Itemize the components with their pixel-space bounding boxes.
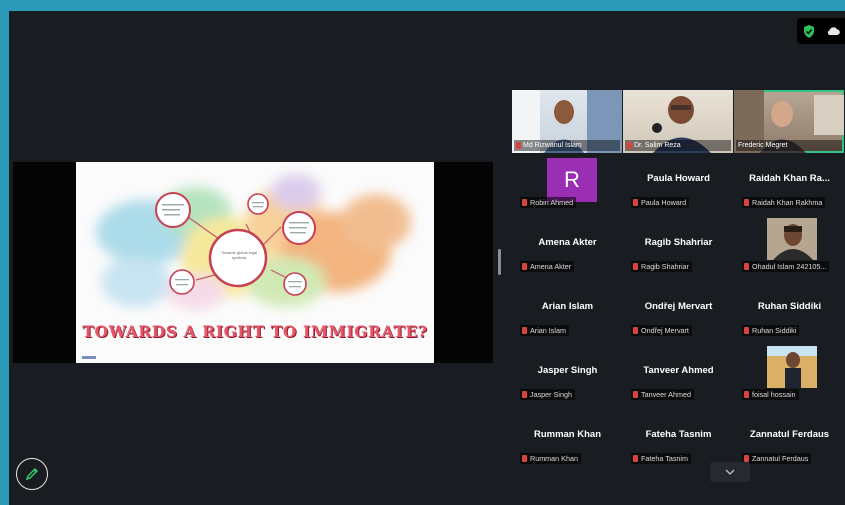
participant-photo	[767, 218, 817, 260]
mic-muted-icon	[522, 327, 527, 334]
participant-tile[interactable]: Jasper Singh Jasper Singh	[512, 347, 623, 411]
participant-tile[interactable]: Raidah Khan Ra... Raidah Khan Rakhma	[734, 155, 845, 219]
participant-display-name: Raidah Khan Ra...	[749, 173, 830, 184]
participant-display-name: Ruhan Siddiki	[757, 301, 822, 312]
slide-title: TOWARDS A RIGHT TO IMMIGRATE?	[82, 322, 428, 341]
participant-display-name: Rumman Khan	[533, 429, 602, 440]
participant-display-name: Paula Howard	[647, 173, 710, 184]
mic-muted-icon	[522, 263, 527, 270]
mic-muted-icon	[627, 142, 632, 149]
participant-display-name: Ondřej Mervart	[644, 301, 713, 312]
video-tile[interactable]: Md Rizwanul Islam	[512, 90, 622, 153]
mic-muted-icon	[633, 455, 638, 462]
participant-name-tag: Raidah Khan Rakhma	[742, 197, 826, 208]
annotate-button[interactable]	[16, 458, 48, 490]
participant-name-tag: foisal hossain	[742, 389, 799, 400]
chevron-down-icon	[725, 469, 735, 475]
shield-check-icon[interactable]	[803, 24, 815, 38]
participant-name-tag: Ondřej Mervart	[631, 325, 692, 336]
avatar: R	[547, 158, 597, 202]
mic-muted-icon	[744, 199, 749, 206]
mic-muted-icon	[633, 199, 638, 206]
participant-name-tag: Fateha Tasnim	[631, 453, 692, 464]
participant-name-tag: Amena Akter	[520, 261, 575, 272]
participant-row: Amena Akter Amena Akter Ragib Shahriar R…	[512, 218, 845, 283]
participant-name-tag: Ohadul Islam 242105...	[742, 261, 830, 272]
participant-tile[interactable]: Ohadul Islam 242105...	[734, 218, 845, 283]
participant-name-tag: Jasper Singh	[520, 389, 575, 400]
participant-name-tag: Frederic Megret	[736, 140, 842, 151]
prezi-logo	[82, 356, 96, 359]
slide-center-node-text: Towards global legal symbols	[220, 250, 258, 260]
participant-name-tag: Md Rizwanul Islam	[514, 140, 620, 151]
participant-name-tag: Ragib Shahriar	[631, 261, 692, 272]
participant-tile[interactable]: Paula Howard Paula Howard	[623, 155, 734, 219]
mic-muted-icon	[744, 327, 749, 334]
participant-tile[interactable]: Tanveer Ahmed Tanveer Ahmed	[623, 347, 734, 411]
mic-muted-icon	[522, 391, 527, 398]
mic-muted-icon	[522, 199, 527, 206]
participant-name-tag: Arian Islam	[520, 325, 569, 336]
video-row: Md Rizwanul Islam Dr. Salim Reza Frederi…	[512, 90, 845, 155]
mic-muted-icon	[744, 391, 749, 398]
participant-name-tag: Paula Howard	[631, 197, 690, 208]
mic-muted-icon	[633, 327, 638, 334]
participant-photo	[767, 346, 817, 388]
participant-tile[interactable]: Zannatul Ferdaus Zannatul Ferdaus	[734, 411, 845, 475]
participant-name-tag: Dr. Salim Reza	[625, 140, 731, 151]
participant-name-tag: Tanveer Ahmed	[631, 389, 694, 400]
mic-muted-icon	[633, 263, 638, 270]
participant-tile[interactable]: Amena Akter Amena Akter	[512, 219, 623, 283]
participant-display-name: Amena Akter	[538, 237, 597, 248]
mic-muted-icon	[744, 455, 749, 462]
participant-tile[interactable]: Ragib Shahriar Ragib Shahriar	[623, 219, 734, 283]
participant-row: Arian Islam Arian Islam Ondřej Mervart O…	[512, 283, 845, 347]
presentation-slide: Towards global legal symbols TOWARDS A R…	[76, 162, 434, 363]
mic-muted-icon	[744, 263, 749, 270]
participant-display-name: Tanveer Ahmed	[643, 365, 714, 376]
participant-tile[interactable]: R Robin Ahmed	[512, 155, 623, 219]
mic-muted-icon	[522, 455, 527, 462]
participant-name-tag: Zannatul Ferdaus	[742, 453, 812, 464]
shared-screen: Towards global legal symbols TOWARDS A R…	[13, 162, 493, 363]
cloud-icon[interactable]	[826, 26, 840, 36]
panel-splitter-handle[interactable]	[498, 249, 501, 275]
participant-display-name: Jasper Singh	[537, 365, 598, 376]
participant-display-name: Arian Islam	[541, 301, 594, 312]
participant-display-name: Ragib Shahriar	[644, 237, 713, 248]
mic-muted-icon	[633, 391, 638, 398]
participant-name-tag: Robin Ahmed	[520, 197, 577, 208]
show-more-participants-button[interactable]	[710, 462, 750, 482]
participant-gallery: Md Rizwanul Islam Dr. Salim Reza Frederi…	[512, 90, 845, 475]
meeting-window: Towards global legal symbols TOWARDS A R…	[9, 11, 845, 505]
participant-row: Rumman Khan Rumman Khan Fateha Tasnim Fa…	[512, 411, 845, 475]
participant-display-name: Fateha Tasnim	[645, 429, 712, 440]
status-indicators	[797, 18, 845, 44]
participant-name-tag: Ruhan Siddiki	[742, 325, 800, 336]
participant-row: Jasper Singh Jasper Singh Tanveer Ahmed …	[512, 346, 845, 411]
participant-row: R Robin Ahmed Paula Howard Paula Howard …	[512, 155, 845, 219]
video-tile[interactable]: Dr. Salim Reza	[623, 90, 733, 153]
participant-tile[interactable]: Rumman Khan Rumman Khan	[512, 411, 623, 475]
participant-tile[interactable]: Ruhan Siddiki Ruhan Siddiki	[734, 283, 845, 347]
participant-name-tag: Rumman Khan	[520, 453, 581, 464]
participant-tile[interactable]: Ondřej Mervart Ondřej Mervart	[623, 283, 734, 347]
pen-icon	[25, 468, 38, 481]
mic-muted-icon	[516, 142, 521, 149]
participant-tile[interactable]: Arian Islam Arian Islam	[512, 283, 623, 347]
video-tile-active-speaker[interactable]: Frederic Megret	[734, 90, 844, 153]
participant-display-name: Zannatul Ferdaus	[749, 429, 830, 440]
participant-tile[interactable]: foisal hossain	[734, 346, 845, 411]
